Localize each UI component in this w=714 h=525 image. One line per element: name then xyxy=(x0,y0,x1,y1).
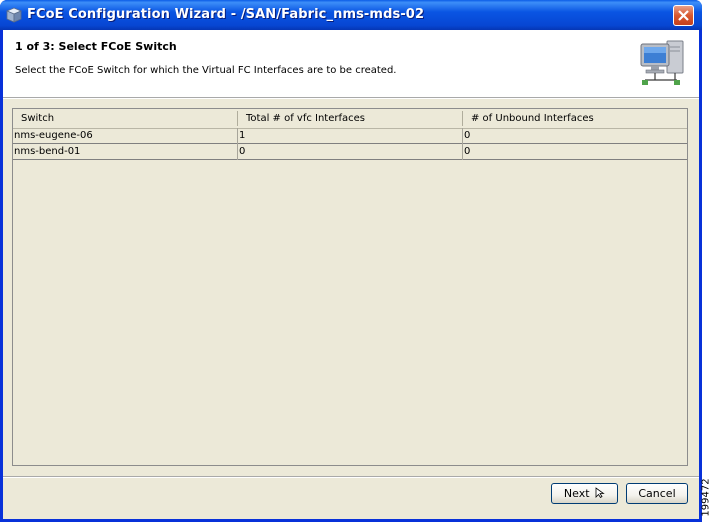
cell-total-vfc: 1 xyxy=(239,130,246,141)
title-bar[interactable]: FCoE Configuration Wizard - /SAN/Fabric_… xyxy=(0,0,702,30)
table-header: Switch Total # of vfc Interfaces # of Un… xyxy=(13,109,687,129)
column-header-total-vfc[interactable]: Total # of vfc Interfaces xyxy=(238,109,462,128)
footer-divider-highlight xyxy=(3,477,699,478)
cell-total-vfc: 0 xyxy=(239,146,246,157)
computer-network-icon xyxy=(637,38,687,88)
cell-unbound: 0 xyxy=(464,130,471,141)
dialog-content: 1 of 3: Select FCoE Switch Select the FC… xyxy=(3,30,699,519)
switch-table[interactable]: Switch Total # of vfc Interfaces # of Un… xyxy=(12,108,688,466)
cancel-button[interactable]: Cancel xyxy=(626,483,688,504)
cell-switch: nms-bend-01 xyxy=(14,146,81,157)
step-title: 1 of 3: Select FCoE Switch xyxy=(15,40,177,53)
step-description: Select the FCoE Switch for which the Vir… xyxy=(15,65,397,76)
next-button-label: Next xyxy=(563,487,590,500)
column-header-switch[interactable]: Switch xyxy=(13,109,237,128)
window-title: FCoE Configuration Wizard - /SAN/Fabric_… xyxy=(27,7,425,22)
figure-number: 199472 xyxy=(700,478,714,522)
cell-switch: nms-eugene-06 xyxy=(14,130,93,141)
next-button[interactable]: Next xyxy=(551,483,618,504)
table-row[interactable]: nms-eugene-06 1 0 xyxy=(13,128,687,144)
wizard-header: 1 of 3: Select FCoE Switch Select the FC… xyxy=(3,30,699,97)
cursor-icon xyxy=(595,487,605,499)
figure-number-text: 199472 xyxy=(700,478,712,517)
cell-unbound: 0 xyxy=(464,146,471,157)
column-header-unbound[interactable]: # of Unbound Interfaces xyxy=(463,109,687,128)
header-divider-highlight xyxy=(3,98,699,99)
close-button[interactable] xyxy=(673,5,694,26)
table-row[interactable]: nms-bend-01 0 0 xyxy=(13,144,687,160)
wizard-window: FCoE Configuration Wizard - /SAN/Fabric_… xyxy=(0,0,702,522)
wizard-app-icon xyxy=(5,7,23,23)
close-icon xyxy=(678,10,689,21)
cancel-button-label: Cancel xyxy=(638,487,676,500)
